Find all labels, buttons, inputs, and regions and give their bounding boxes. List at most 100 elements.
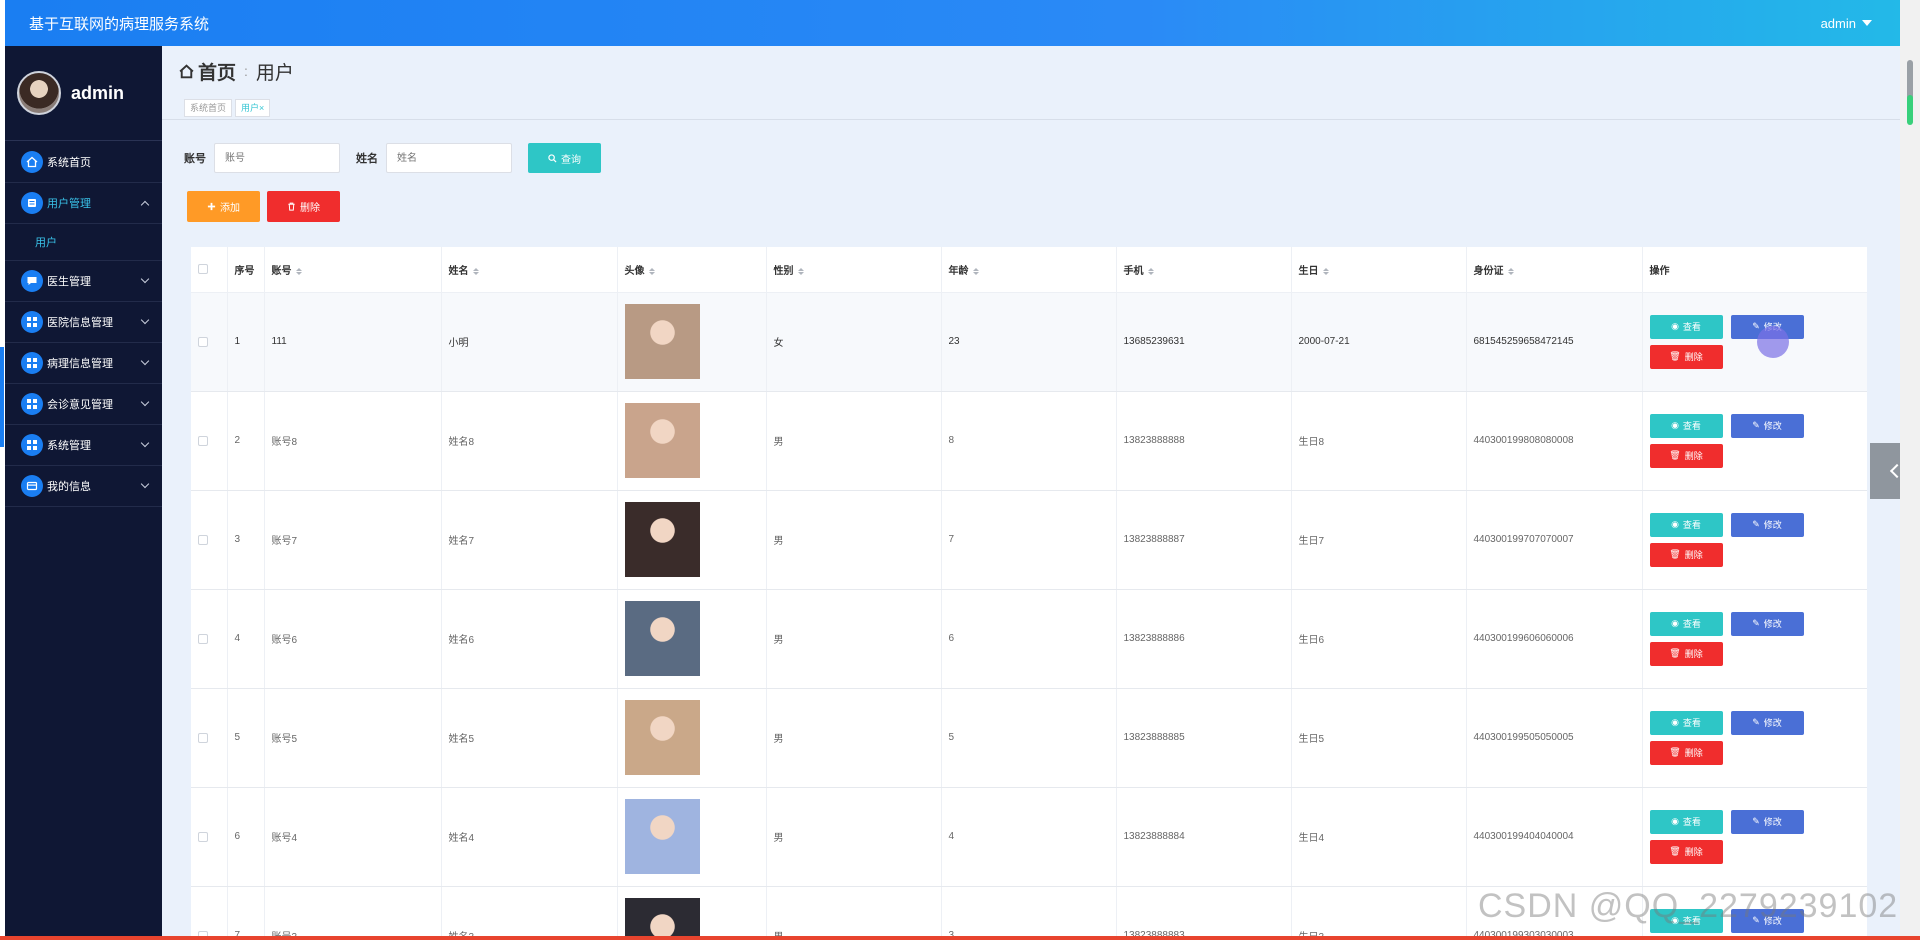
- sort-icon[interactable]: [1507, 267, 1514, 275]
- row-select-cell[interactable]: [191, 787, 228, 887]
- grid-icon: [21, 434, 43, 456]
- sort-icon[interactable]: [295, 267, 302, 275]
- view-button[interactable]: ◉ 查看: [1649, 710, 1723, 735]
- view-button-label: 查看: [1682, 619, 1701, 629]
- view-button[interactable]: ◉ 查看: [1649, 413, 1723, 438]
- delete-row-button[interactable]: 🗑删除: [1649, 641, 1723, 666]
- row-select-cell[interactable]: [191, 391, 228, 491]
- delete-row-button[interactable]: 🗑删除: [1649, 344, 1723, 369]
- row-checkbox[interactable]: [198, 534, 208, 545]
- row-checkbox[interactable]: [198, 336, 208, 347]
- sidebar-item-my-info[interactable]: 我的信息: [5, 466, 162, 507]
- table-row[interactable]: 1 111 小明女 23 13685239631 2000-07-21 6815452596…: [191, 292, 1867, 392]
- sidebar-item-system[interactable]: 系统管理: [5, 425, 162, 466]
- edit-button[interactable]: ✎修改: [1730, 710, 1804, 735]
- trash-icon: 🗑: [1669, 846, 1681, 856]
- header-account[interactable]: 账号: [264, 247, 442, 293]
- header-avatar[interactable]: 头像: [617, 247, 767, 293]
- close-icon[interactable]: ×: [259, 103, 264, 113]
- view-button-label: 查看: [1682, 718, 1701, 728]
- tab-user-label: 用户: [241, 103, 260, 113]
- sidebar-item-hospital-info[interactable]: 医院信息管理: [5, 302, 162, 343]
- user-menu[interactable]: admin: [1821, 16, 1872, 31]
- account-input[interactable]: [214, 143, 340, 173]
- page-scrollbar[interactable]: [1900, 0, 1920, 940]
- table-row[interactable]: 2 账号8 姓名8 男 8 13823888888 生日8 44030019980808000…: [191, 391, 1867, 491]
- query-button[interactable]: 查询: [528, 143, 601, 173]
- sort-icon[interactable]: [472, 267, 479, 275]
- avatar-image[interactable]: [624, 502, 700, 577]
- cell-birthday: 生日7: [1291, 490, 1467, 590]
- table-header-row: 序号 账号 姓名 头像 性别 年龄 手机 生日 身份证 操作: [191, 247, 1867, 293]
- header-phone[interactable]: 手机: [1116, 247, 1292, 293]
- edit-button[interactable]: ✎修改: [1730, 413, 1804, 438]
- query-button-label: 查询: [561, 154, 581, 166]
- eye-icon: ◉: [1671, 717, 1679, 727]
- name-input[interactable]: [386, 143, 512, 173]
- cell-phone: 13823888888: [1116, 391, 1292, 491]
- header-idcard[interactable]: 身份证: [1466, 247, 1643, 293]
- tab-user[interactable]: 用户 ×: [235, 98, 271, 117]
- header-birthday[interactable]: 生日: [1291, 247, 1467, 293]
- view-button[interactable]: ◉ 查看: [1649, 314, 1723, 339]
- header-name[interactable]: 姓名: [441, 247, 618, 293]
- sidebar-item-home[interactable]: 系统首页: [5, 142, 162, 183]
- eye-icon: ◉: [1671, 420, 1679, 430]
- header-idcard-label: 身份证: [1473, 265, 1504, 277]
- cell-no: 6: [227, 787, 265, 887]
- app-title: 基于互联网的病理服务系统: [29, 15, 210, 33]
- sort-icon[interactable]: [648, 267, 655, 275]
- sort-icon[interactable]: [972, 267, 979, 275]
- view-button[interactable]: ◉ 查看: [1649, 512, 1723, 537]
- row-select-cell[interactable]: [191, 490, 228, 590]
- sidebar-item-user-management[interactable]: 用户管理: [5, 183, 162, 224]
- delete-row-button[interactable]: 🗑删除: [1649, 740, 1723, 765]
- avatar-image[interactable]: [624, 898, 700, 940]
- sort-icon[interactable]: [797, 267, 804, 275]
- table-row[interactable]: 3 账号7 姓名7 男 7 13823888887 生日7 44030019970707000…: [191, 490, 1867, 590]
- row-checkbox[interactable]: [198, 831, 208, 842]
- view-button[interactable]: ◉ 查看: [1649, 809, 1723, 834]
- avatar-image[interactable]: [624, 403, 700, 478]
- table-row[interactable]: 5 账号5 姓名5 男 5 13823888885 生日5 44030019950505000…: [191, 688, 1867, 788]
- sort-icon[interactable]: [1322, 267, 1329, 275]
- delete-row-button[interactable]: 🗑删除: [1649, 443, 1723, 468]
- edit-button[interactable]: ✎修改: [1730, 512, 1804, 537]
- table-row[interactable]: 6 账号4 姓名4 男 4 13823888884 生日4 44030019940404000…: [191, 787, 1867, 887]
- breadcrumb-home[interactable]: 首页: [178, 58, 236, 85]
- row-checkbox[interactable]: [198, 633, 208, 644]
- sidebar-item-doctor-management[interactable]: 医生管理: [5, 261, 162, 302]
- sidebar-item-consultation[interactable]: 会诊意见管理: [5, 384, 162, 425]
- view-button[interactable]: ◉ 查看: [1649, 611, 1723, 636]
- delete-row-button[interactable]: 🗑删除: [1649, 839, 1723, 864]
- sidebar-subitem-user[interactable]: 用户: [5, 224, 162, 261]
- cell-phone: 13823888887: [1116, 490, 1292, 590]
- cell-gender: 男: [766, 391, 942, 491]
- add-button[interactable]: 添加: [187, 191, 260, 222]
- sort-icon[interactable]: [1147, 267, 1154, 275]
- delete-row-button[interactable]: 🗑删除: [1649, 542, 1723, 567]
- row-checkbox[interactable]: [198, 732, 208, 743]
- avatar-image[interactable]: [624, 799, 700, 874]
- cell-birthday: 2000-07-21: [1291, 292, 1467, 392]
- row-select-cell[interactable]: [191, 292, 228, 392]
- avatar-image[interactable]: [624, 700, 700, 775]
- header-age[interactable]: 年龄: [941, 247, 1117, 293]
- edit-button[interactable]: ✎修改: [1730, 809, 1804, 834]
- select-all-checkbox[interactable]: [198, 264, 208, 275]
- tab-home[interactable]: 系统首页: [184, 98, 233, 117]
- edit-button-label: 修改: [1763, 421, 1782, 431]
- home-icon: [21, 151, 43, 173]
- avatar-image[interactable]: [624, 601, 700, 676]
- row-select-cell[interactable]: [191, 688, 228, 788]
- header-select-all[interactable]: [191, 247, 228, 293]
- row-select-cell[interactable]: [191, 589, 228, 689]
- row-checkbox[interactable]: [198, 435, 208, 446]
- sidebar-item-pathology-info[interactable]: 病理信息管理: [5, 343, 162, 384]
- edit-button[interactable]: ✎修改: [1730, 611, 1804, 636]
- row-select-cell[interactable]: [191, 886, 228, 940]
- header-gender[interactable]: 性别: [766, 247, 942, 293]
- table-row[interactable]: 4 账号6 姓名6 男 6 13823888886 生日6 44030019960606000…: [191, 589, 1867, 689]
- avatar-image[interactable]: [624, 304, 700, 379]
- batch-delete-button[interactable]: 删除: [267, 191, 340, 222]
